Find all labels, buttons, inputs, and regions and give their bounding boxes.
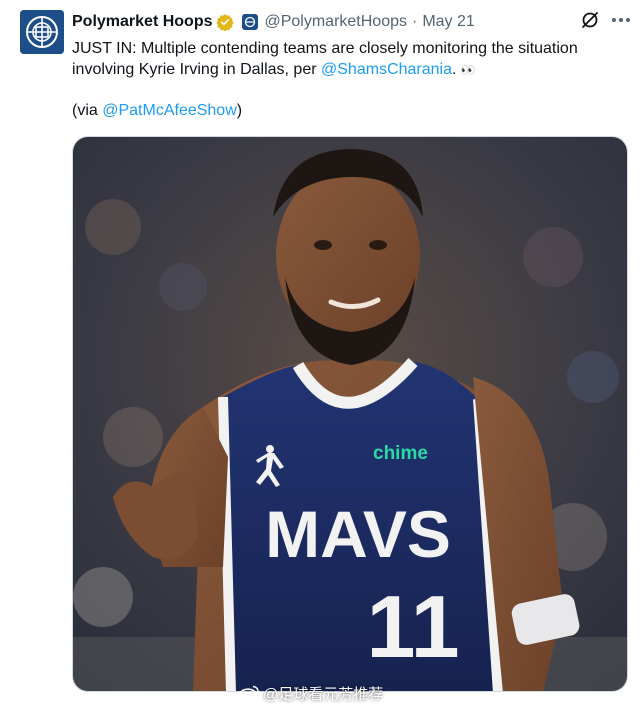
tweet: Polymarket Hoops @PolymarketHoops · May … (0, 0, 640, 708)
tweet-text-line2-prefix: involving Kyrie Irving in Dallas, per (72, 61, 321, 78)
affiliate-badge-icon[interactable] (242, 14, 259, 30)
via-line: (via @PatMcAfeeShow) (72, 100, 242, 121)
avatar[interactable] (20, 10, 64, 54)
tweet-text-line2-suffix: . (451, 61, 457, 78)
more-icon[interactable] (610, 10, 632, 30)
eyes-emoji: 👀 (460, 63, 476, 77)
tweet-text-line2: involving Kyrie Irving in Dallas, per @S… (72, 59, 628, 81)
jersey-number: 11 (366, 577, 459, 676)
separator: · (412, 13, 418, 30)
tweet-text: JUST IN: Multiple contending teams are c… (72, 38, 628, 81)
via-suffix: ) (236, 102, 243, 119)
tweet-text-line1: JUST IN: Multiple contending teams are c… (72, 40, 578, 57)
polymarket-logo-icon (20, 10, 64, 54)
jersey-sponsor: chime (373, 443, 428, 464)
via-prefix: (via (72, 102, 103, 119)
mention-shams[interactable]: @ShamsCharania (321, 61, 452, 78)
display-name[interactable]: Polymarket Hoops (72, 13, 212, 31)
tweet-media-image[interactable]: chime MAVS 11 (72, 136, 628, 692)
jersey-text: MAVS (265, 497, 451, 571)
weibo-icon (238, 685, 259, 702)
grok-icon[interactable] (580, 10, 600, 30)
tweet-header: Polymarket Hoops @PolymarketHoops · May … (72, 12, 632, 32)
handle[interactable]: @PolymarketHoops (264, 13, 407, 31)
watermark: @足球看元芳推荐 (238, 683, 383, 703)
watermark-text: @足球看元芳推荐 (263, 685, 384, 703)
mention-pat[interactable]: @PatMcAfeeShow (102, 102, 237, 119)
player-photo: chime MAVS 11 (73, 137, 627, 691)
tweet-date[interactable]: May 21 (422, 13, 474, 31)
verified-badge-icon[interactable] (216, 13, 235, 31)
